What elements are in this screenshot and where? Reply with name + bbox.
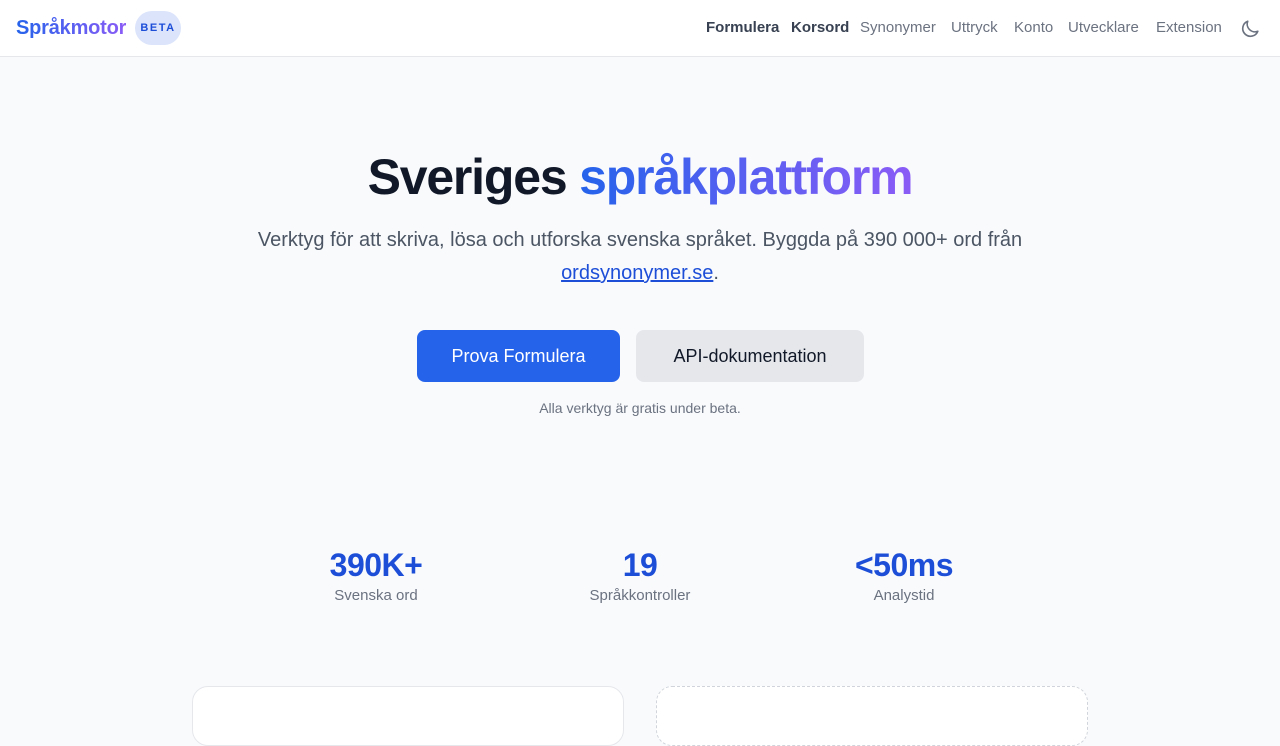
nav-item-extension[interactable]: Extension bbox=[1156, 18, 1222, 38]
nav-item-utvecklare[interactable]: Utvecklare bbox=[1068, 18, 1139, 38]
nav-item-uttryck[interactable]: Uttryck bbox=[951, 18, 998, 38]
hero-subtitle-end: . bbox=[713, 262, 719, 284]
feature-card[interactable] bbox=[192, 686, 624, 746]
moon-icon bbox=[1241, 20, 1259, 38]
hero-title-plain: Sveriges bbox=[367, 149, 568, 205]
brand-logo[interactable]: Språkmotor bbox=[16, 16, 126, 40]
stat-value: 19 bbox=[622, 547, 658, 583]
hero-note: Alla verktyg är gratis under beta. bbox=[539, 400, 741, 416]
stat-label: Språkkontroller bbox=[589, 587, 691, 604]
hero-title-highlight: språkplattform bbox=[579, 149, 913, 205]
placeholder-card[interactable] bbox=[656, 686, 1088, 746]
stat-words: 390K+ Svenska ord bbox=[256, 545, 496, 606]
stat-label: Svenska ord bbox=[334, 587, 418, 604]
nav-item-formulera[interactable]: Formulera bbox=[706, 18, 779, 38]
stat-label: Analystid bbox=[873, 587, 935, 604]
top-navigation-bar: Språkmotor BETA Formulera Korsord Synony… bbox=[0, 0, 1280, 57]
stat-analysis-time: <50ms Analystid bbox=[784, 545, 1024, 606]
hero-title: Sveriges språkplattform bbox=[0, 146, 1280, 208]
nav-item-konto[interactable]: Konto bbox=[1014, 18, 1053, 38]
stat-value: 390K+ bbox=[329, 547, 423, 583]
theme-toggle-button[interactable] bbox=[1239, 18, 1261, 40]
beta-badge: BETA bbox=[135, 11, 181, 45]
stat-value: <50ms bbox=[854, 547, 954, 583]
try-formulera-button[interactable]: Prova Formulera bbox=[417, 330, 620, 382]
api-docs-button[interactable]: API-dokumentation bbox=[636, 330, 864, 382]
nav-item-synonymer[interactable]: Synonymer bbox=[860, 18, 936, 38]
ordsynonymer-link[interactable]: ordsynonymer.se bbox=[561, 262, 713, 284]
stat-checks: 19 Språkkontroller bbox=[520, 545, 760, 606]
nav-item-korsord[interactable]: Korsord bbox=[791, 18, 849, 38]
hero-subtitle: Verktyg för att skriva, lösa och utforsk… bbox=[250, 224, 1030, 290]
hero-subtitle-text: Verktyg för att skriva, lösa och utforsk… bbox=[257, 229, 1023, 251]
